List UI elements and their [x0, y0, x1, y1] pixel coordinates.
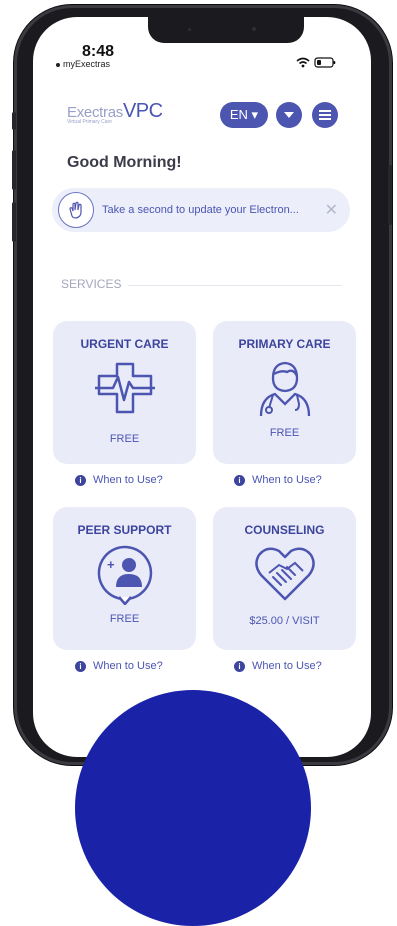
add-person-chat-icon: +	[93, 543, 157, 605]
when-to-use-label: When to Use?	[93, 660, 163, 672]
card-price: $25.00 / VISIT	[249, 615, 320, 627]
phone-side-button	[12, 112, 16, 130]
when-to-use-label: When to Use?	[252, 474, 322, 486]
status-carrier: myExectras	[56, 59, 110, 69]
when-to-use-primary-care[interactable]: i When to Use?	[234, 474, 322, 486]
logo-subtitle: Virtual Primary Care	[67, 119, 112, 125]
service-card-primary-care[interactable]: PRIMARY CARE FREE	[213, 321, 356, 464]
doctor-stethoscope-icon	[253, 357, 317, 419]
greeting-heading: Good Morning!	[67, 154, 182, 171]
info-icon: i	[234, 474, 245, 486]
phone-power-button	[388, 165, 392, 225]
menu-button[interactable]	[312, 102, 338, 128]
doctor-svg	[259, 361, 310, 417]
medical-cross-heartbeat-icon	[93, 357, 157, 419]
hamburger-menu-icon	[319, 110, 331, 120]
app-logo: ExectrasVPC Virtual Primary Care	[67, 100, 163, 125]
phone-notch	[148, 17, 304, 43]
card-price: FREE	[109, 613, 140, 625]
card-title: URGENT CARE	[80, 337, 169, 351]
phone-volume-up	[12, 150, 16, 190]
chevron-down-icon	[284, 112, 294, 118]
status-icons	[295, 55, 337, 73]
banner-message: Take a second to update your Electron...	[102, 204, 299, 216]
when-to-use-urgent-care[interactable]: i When to Use?	[75, 474, 163, 486]
services-section-title: SERVICES	[61, 277, 122, 291]
info-icon: i	[75, 474, 86, 486]
camera-dot	[252, 27, 256, 31]
service-card-counseling[interactable]: COUNSELING $25.00 / VISIT	[213, 507, 356, 650]
update-banner[interactable]: Take a second to update your Electron...…	[52, 188, 350, 232]
when-to-use-label: When to Use?	[93, 474, 163, 486]
heart-handshake-icon	[253, 543, 317, 605]
hand-icon	[69, 201, 82, 219]
language-label: EN ▾	[229, 107, 259, 122]
logo-vpc: VPC	[122, 100, 163, 122]
card-price: FREE	[269, 427, 300, 439]
info-icon: i	[75, 660, 86, 672]
service-card-peer-support[interactable]: PEER SUPPORT + FREE	[53, 507, 196, 650]
service-card-urgent-care[interactable]: URGENT CARE FREE	[53, 321, 196, 464]
card-price: FREE	[109, 433, 140, 445]
language-selector-button[interactable]: EN ▾	[220, 102, 268, 128]
card-title: PRIMARY CARE	[238, 337, 331, 351]
decorative-blue-circle	[75, 690, 311, 926]
dropdown-button[interactable]	[276, 102, 302, 128]
when-to-use-counseling[interactable]: i When to Use?	[234, 660, 322, 672]
hand-wave-icon	[58, 192, 94, 228]
banner-close-button[interactable]: ✕	[325, 200, 338, 220]
card-title: COUNSELING	[244, 523, 325, 537]
section-divider	[128, 285, 342, 286]
when-to-use-peer-support[interactable]: i When to Use?	[75, 660, 163, 672]
speaker-dot	[188, 28, 191, 31]
info-icon: i	[234, 660, 245, 672]
counseling-svg	[254, 547, 315, 601]
card-title: PEER SUPPORT	[77, 523, 172, 537]
phone-volume-down	[12, 202, 16, 242]
wifi-battery-icon	[296, 57, 336, 68]
when-to-use-label: When to Use?	[252, 660, 322, 672]
medical-cross-svg	[94, 362, 155, 414]
svg-text:+: +	[107, 557, 115, 572]
peer-support-svg: +	[97, 545, 152, 605]
